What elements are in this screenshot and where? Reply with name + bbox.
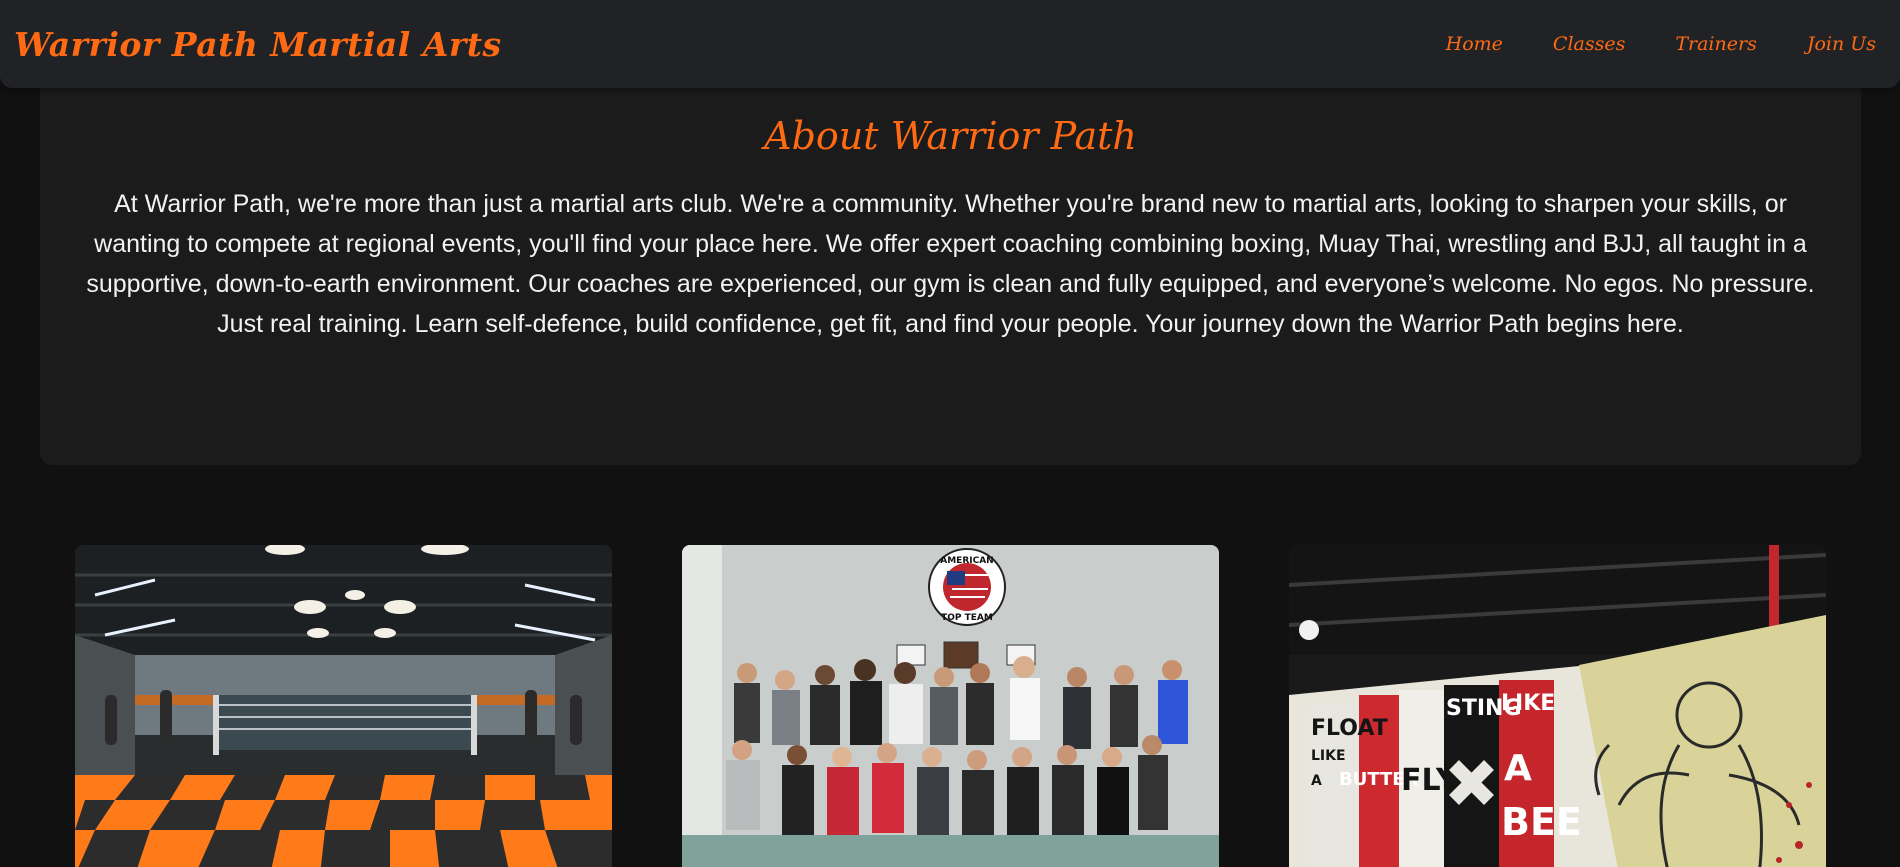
nav-home-link[interactable]: Home (1446, 33, 1503, 55)
about-section: About Warrior Path At Warrior Path, we'r… (40, 70, 1861, 465)
brand-logo[interactable]: Warrior Path Martial Arts (14, 25, 502, 64)
team-group-photo: AMERICAN TOP TEAM (682, 545, 1219, 867)
mural-word-a-1: A (1311, 773, 1322, 789)
main-nav: Home Classes Trainers Join Us (1446, 33, 1876, 55)
nav-trainers-link[interactable]: Trainers (1675, 33, 1756, 55)
mural-word-a-2: A (1504, 748, 1532, 789)
mural-word-bee: BEE (1501, 800, 1582, 844)
about-description: At Warrior Path, we're more than just a … (86, 190, 1815, 338)
mural-word-fly: FLY (1401, 763, 1459, 798)
mural-word-float: FLOAT (1311, 716, 1388, 741)
team-logo-top-text: AMERICAN (940, 556, 993, 566)
nav-classes-link[interactable]: Classes (1553, 33, 1625, 55)
team-logo-bottom-text: TOP TEAM (941, 613, 993, 623)
mural-word-like-2: LIKE (1501, 691, 1555, 716)
gym-mural-photo: FLOAT LIKE A BUTTER FLY STING LIKE A BEE (1289, 545, 1826, 867)
about-title: About Warrior Path (764, 114, 1137, 158)
site-header: Warrior Path Martial Arts Home Classes T… (0, 0, 1900, 88)
mural-word-like-1: LIKE (1311, 748, 1346, 764)
gym-interior-photo (75, 545, 612, 867)
nav-join-link[interactable]: Join Us (1807, 33, 1876, 55)
